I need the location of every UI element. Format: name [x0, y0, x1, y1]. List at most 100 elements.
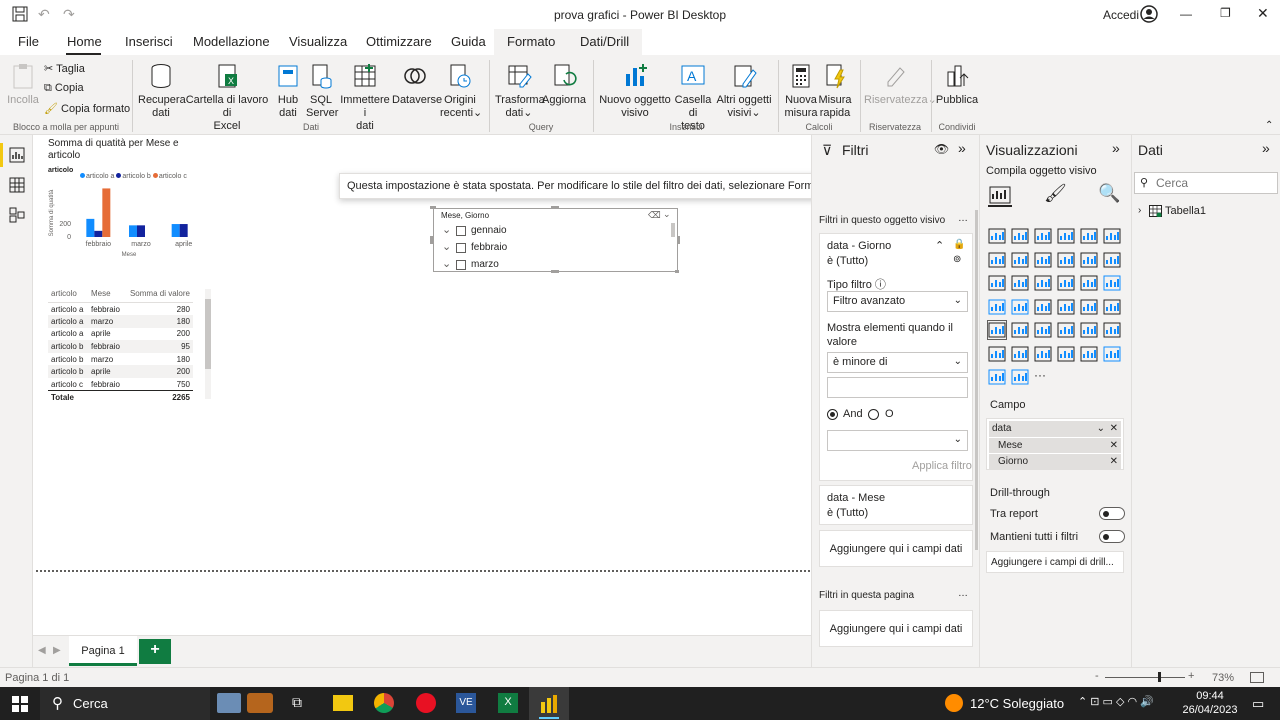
resize-handle[interactable] — [430, 206, 436, 209]
close-button[interactable]: ✕ — [1257, 5, 1269, 22]
report-view-icon[interactable] — [9, 147, 25, 166]
sign-in-link[interactable]: Accedi — [1103, 8, 1139, 22]
prev-page-icon[interactable]: ◀ — [38, 645, 46, 656]
next-page-icon[interactable]: ▶ — [53, 645, 61, 656]
resize-handle[interactable] — [675, 270, 679, 273]
briefcase-app-icon[interactable] — [247, 693, 273, 713]
stacked-column-icon[interactable] — [1011, 227, 1029, 245]
multi-row-card-icon[interactable] — [1080, 298, 1098, 316]
stacked-area-icon[interactable] — [1034, 251, 1052, 269]
build-visual-tab-icon[interactable] — [988, 183, 1012, 207]
tab-home[interactable]: Home — [67, 34, 102, 49]
quick-measure-button[interactable]: Misura rapida — [818, 62, 852, 120]
copy-button[interactable]: ⧉ Copia — [44, 82, 84, 95]
collapse-data-icon[interactable]: » — [1262, 140, 1270, 156]
tab-data-drill[interactable]: Dati/Drill — [580, 34, 629, 49]
filters-scrollbar[interactable] — [975, 210, 978, 550]
system-tray-icons[interactable]: ⌃ ⊡ ▭ ◇ ◠ 🔊 — [1078, 695, 1154, 708]
power-automate-icon[interactable] — [988, 368, 1006, 386]
qa-icon[interactable] — [1011, 345, 1029, 363]
table-row[interactable]: articolo a marzo 180 — [48, 315, 193, 328]
format-painter-button[interactable]: 🖌 Copia formato — [44, 102, 130, 115]
or-radio[interactable] — [868, 409, 879, 420]
chevron-down-icon[interactable]: ⌄ — [442, 223, 451, 236]
fit-page-icon[interactable] — [1250, 672, 1264, 683]
chevron-down-icon[interactable]: ⌄ — [442, 240, 451, 253]
100-column-icon[interactable] — [1103, 227, 1121, 245]
recent-sources-button[interactable]: Origini recenti⌄ — [440, 62, 482, 120]
tab-insert[interactable]: Inserisci — [125, 34, 173, 49]
table-scrollbar[interactable] — [205, 289, 211, 399]
slicer-visual[interactable]: Mese, Giorno ⌫ ⌄ ⌄ gennaio ⌄ febbraio ⌄ marzo — [433, 208, 678, 272]
weather-label[interactable]: 12°C Soleggiato — [970, 696, 1064, 711]
new-visual-button[interactable]: Nuovo oggetto visivo — [598, 62, 672, 120]
tab-file[interactable]: File — [18, 34, 39, 49]
table-icon[interactable] — [1011, 321, 1029, 339]
chevron-down-icon[interactable]: ⌄ — [442, 257, 451, 270]
scatter-icon[interactable] — [1034, 274, 1052, 292]
and-radio[interactable] — [827, 409, 838, 420]
remove-icon[interactable]: ✕ — [1110, 456, 1118, 467]
windows-start-icon[interactable] — [12, 696, 28, 712]
second-condition-dropdown[interactable]: ⌄ — [827, 430, 968, 451]
slicer-checkbox[interactable] — [456, 260, 466, 270]
sensitivity-button[interactable]: Riservatezza⌄ — [864, 62, 937, 107]
chevron-down-icon[interactable]: ⌄ — [663, 209, 671, 220]
resize-handle[interactable] — [430, 236, 433, 244]
slicer-icon[interactable] — [987, 320, 1007, 340]
data-search-box[interactable]: ⚲ — [1134, 172, 1278, 194]
map-icon[interactable] — [988, 298, 1006, 316]
paginated-icon[interactable] — [1080, 345, 1098, 363]
tab-help[interactable]: Guida — [451, 34, 486, 49]
account-icon[interactable] — [1140, 5, 1158, 23]
condition-dropdown[interactable]: è minore di ⌄ — [827, 352, 968, 373]
data-view-icon[interactable] — [9, 177, 25, 196]
zoom-in-button[interactable]: + — [1188, 670, 1194, 682]
field-pill-giorno[interactable]: Giorno ✕ — [989, 454, 1121, 469]
bar-chart[interactable]: Somma di quatità 200 0 febbraio marzo aprile M… — [45, 178, 210, 263]
zoom-slider[interactable] — [1105, 677, 1185, 678]
card-icon[interactable] — [1057, 298, 1075, 316]
python-visual-icon[interactable] — [1080, 321, 1098, 339]
field-pill-data[interactable]: data ⌄ ✕ — [989, 421, 1121, 437]
eraser-icon[interactable]: ⌫ — [648, 210, 661, 221]
page-tab-1[interactable]: Pagina 1 — [69, 636, 137, 666]
matrix-icon[interactable] — [1034, 321, 1052, 339]
collapse-viz-icon[interactable]: » — [1112, 140, 1120, 156]
add-visual-fields-dropzone[interactable]: Aggiungere qui i campi dati — [819, 530, 973, 567]
100-bar-icon[interactable] — [1080, 227, 1098, 245]
table-row[interactable]: articolo a aprile 200 — [48, 328, 193, 341]
cut-button[interactable]: ✂ Taglia — [44, 62, 85, 75]
visibility-icon[interactable]: ⊚ — [953, 254, 961, 265]
table-row[interactable]: articolo a febbraio 280 — [48, 303, 193, 316]
keep-filters-toggle[interactable] — [1099, 530, 1125, 543]
line-chart-icon[interactable] — [988, 251, 1006, 269]
tab-format[interactable]: Formato — [507, 34, 555, 49]
chevron-down-icon[interactable]: ⌄ — [1097, 423, 1105, 434]
resize-handle[interactable] — [551, 206, 559, 209]
field-pill-mese[interactable]: Mese ✕ — [989, 438, 1121, 453]
metrics-icon[interactable] — [1057, 345, 1075, 363]
cross-report-toggle[interactable] — [1099, 507, 1125, 520]
condition-value-input[interactable] — [827, 377, 968, 398]
dataverse-button[interactable]: Dataverse — [392, 62, 442, 107]
add-page-fields-dropzone[interactable]: Aggiungere qui i campi dati — [819, 610, 973, 647]
get-data-button[interactable]: Recupera dati — [138, 62, 186, 120]
snip-app-icon[interactable] — [416, 693, 436, 713]
r-visual-icon[interactable] — [1057, 321, 1075, 339]
visual-studio-icon[interactable]: VE — [456, 693, 476, 713]
laptop-app-icon[interactable] — [217, 693, 241, 713]
remove-icon[interactable]: ✕ — [1110, 440, 1118, 451]
resize-handle[interactable] — [677, 236, 680, 244]
funnel-icon[interactable] — [1011, 274, 1029, 292]
refresh-button[interactable]: Aggiorna — [542, 62, 586, 107]
slicer-item[interactable]: ⌄ febbraio — [441, 240, 671, 257]
table-row[interactable]: articolo b marzo 180 — [48, 353, 193, 366]
table-scroll-thumb[interactable] — [205, 299, 211, 369]
key-influencers-icon[interactable] — [1103, 321, 1121, 339]
lock-icon[interactable]: 🔒 — [953, 239, 965, 250]
transform-data-button[interactable]: Trasforma dati⌄ — [495, 62, 545, 120]
pie-icon[interactable] — [1057, 274, 1075, 292]
sql-server-button[interactable]: SQL Server — [306, 62, 338, 120]
table-row[interactable]: articolo b febbraio 95 — [48, 340, 193, 353]
